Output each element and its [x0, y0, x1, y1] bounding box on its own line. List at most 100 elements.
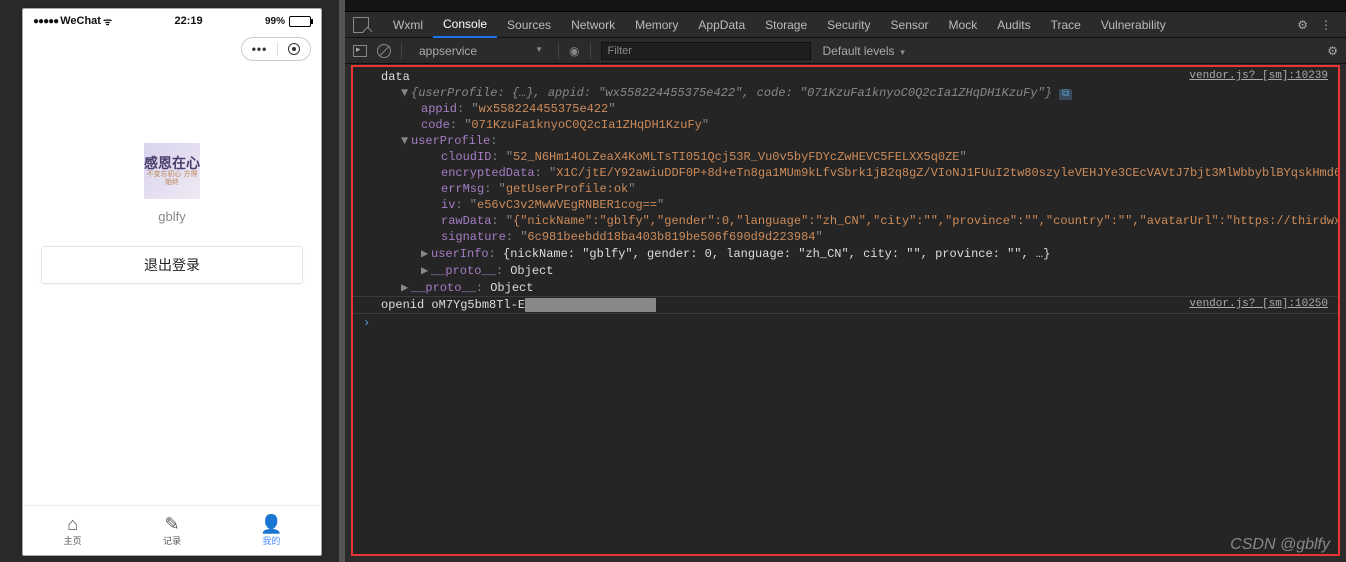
redacted-text: ________________ — [525, 298, 656, 312]
tab-home[interactable]: ⌂ 主页 — [23, 515, 122, 547]
log-row[interactable]: cloudID: "52_N6Hm14OLZeaX4KoMLTsTI051Qcj… — [353, 149, 1338, 165]
battery-pct: 99% — [265, 16, 285, 27]
eye-icon[interactable]: ◉ — [569, 44, 579, 58]
wifi-icon: ᯤ — [103, 14, 112, 28]
tab-security[interactable]: Security — [817, 12, 880, 38]
tab-sources[interactable]: Sources — [497, 12, 561, 38]
tab-appdata[interactable]: AppData — [688, 12, 755, 38]
miniprogram-capsule[interactable]: ••• — [241, 37, 311, 61]
log-row[interactable]: code: "071KzuFa1knyoC0Q2cIa1ZHqDH1KzuFy" — [353, 117, 1338, 133]
prop-key: encryptedData — [441, 166, 535, 180]
source-link[interactable]: vendor.js? [sm]:10250 — [1189, 298, 1328, 310]
filter-input[interactable]: Filter — [601, 42, 811, 60]
openid-value: oM7Yg5bm8Tl-E — [431, 298, 525, 312]
context-label: appservice — [419, 44, 477, 58]
prop-val: X1C/jtE/Y92awiuDDF0P+8d+eTn8ga1MUm9kLfvS… — [556, 166, 1340, 180]
gear-icon[interactable]: ⚙ — [1291, 18, 1314, 32]
devtools-panel: Wxml Console Sources Network Memory AppD… — [345, 0, 1346, 562]
tab-records-label: 记录 — [122, 534, 221, 547]
person-icon: 👤 — [222, 515, 321, 533]
toolbar-separator — [590, 43, 591, 59]
tab-trace[interactable]: Trace — [1041, 12, 1091, 38]
clear-console-icon[interactable] — [377, 44, 391, 58]
tab-sensor[interactable]: Sensor — [881, 12, 939, 38]
copy-object-icon[interactable]: ⧉ — [1059, 89, 1072, 100]
avatar-text2: 不变忘初心 方得始终 — [144, 171, 200, 186]
tab-wxml[interactable]: Wxml — [383, 12, 433, 38]
status-time: 22:19 — [174, 15, 202, 27]
prop-key: errMsg — [441, 182, 484, 196]
avatar-text1: 感恩在心 — [144, 156, 200, 171]
more-icon[interactable]: ⋮ — [1314, 18, 1338, 32]
log-row[interactable]: ▼userProfile: — [353, 133, 1338, 149]
chevron-down-icon[interactable]: ▼ — [401, 86, 411, 100]
log-row[interactable]: ▶__proto__: Object — [353, 279, 1338, 296]
avatar[interactable]: 感恩在心 不变忘初心 方得始终 — [144, 143, 200, 199]
prop-val: e56vC3v2MwWVEgRNBER1cog== — [477, 198, 657, 212]
prop-key: rawData — [441, 214, 491, 228]
console-prompt[interactable]: › — [353, 313, 1338, 332]
log-row[interactable]: ▶userInfo: {nickName: "gblfy", gender: 0… — [353, 245, 1338, 262]
toggle-sidebar-icon[interactable] — [353, 45, 367, 57]
context-select[interactable]: appservice — [412, 41, 548, 61]
devtools-topbar — [345, 0, 1346, 12]
signal-dots: ●●●●● — [33, 16, 58, 27]
pane-resizer[interactable] — [339, 0, 345, 562]
log-row[interactable]: appid: "wx558224455375e422" — [353, 101, 1338, 117]
prop-val: 52_N6Hm14OLZeaX4KoMLTsTI051Qcj53R_Vu0v5b… — [513, 150, 959, 164]
capsule-menu-icon[interactable]: ••• — [252, 42, 268, 56]
prop-val: {"nickName":"gblfy","gender":0,"language… — [513, 214, 1340, 228]
prop-val: Object — [490, 281, 533, 295]
tab-audits[interactable]: Audits — [987, 12, 1040, 38]
console-output[interactable]: data vendor.js? [sm]:10239 ▼{userProfile… — [351, 65, 1340, 556]
chevron-right-icon[interactable]: ▶ — [401, 280, 411, 295]
log-label-openid: openid — [381, 298, 424, 312]
tab-console[interactable]: Console — [433, 12, 497, 38]
toolbar-separator — [558, 43, 559, 59]
tab-vulnerability[interactable]: Vulnerability — [1091, 12, 1176, 38]
source-link[interactable]: vendor.js? [sm]:10239 — [1189, 70, 1328, 82]
chevron-down-icon[interactable]: ▼ — [401, 134, 411, 148]
log-levels-select[interactable]: Default levels — [821, 42, 919, 60]
log-row[interactable]: iv: "e56vC3v2MwWVEgRNBER1cog==" — [353, 197, 1338, 213]
levels-label: Default levels — [823, 44, 895, 58]
log-row[interactable]: errMsg: "getUserProfile:ok" — [353, 181, 1338, 197]
devtools-tabs: Wxml Console Sources Network Memory AppD… — [345, 12, 1346, 38]
log-row[interactable]: rawData: "{"nickName":"gblfy","gender":0… — [353, 213, 1338, 229]
battery-icon — [289, 16, 311, 27]
tab-storage[interactable]: Storage — [755, 12, 817, 38]
log-row[interactable]: data vendor.js? [sm]:10239 — [353, 69, 1338, 85]
tab-mock[interactable]: Mock — [939, 12, 988, 38]
prop-key: cloudID — [441, 150, 491, 164]
prop-key: code — [421, 118, 450, 132]
log-label-data: data — [381, 70, 410, 84]
chevron-right-icon[interactable]: ▶ — [421, 246, 431, 261]
element-picker-icon[interactable] — [353, 17, 369, 33]
prop-key: appid — [421, 102, 457, 116]
capsule-divider — [277, 42, 278, 56]
log-row[interactable]: ▶__proto__: Object — [353, 262, 1338, 279]
prop-key: userInfo — [431, 247, 489, 261]
prop-val: wx558224455375e422 — [479, 102, 609, 116]
profile-area: 感恩在心 不变忘初心 方得始终 gblfy — [23, 143, 321, 224]
log-row[interactable]: encryptedData: "X1C/jtE/Y92awiuDDF0P+8d+… — [353, 165, 1338, 181]
records-icon: ✎ — [122, 515, 221, 533]
log-row[interactable]: openid oM7Yg5bm8Tl-E________________ ven… — [353, 296, 1338, 313]
console-settings-icon[interactable]: ⚙ — [1327, 44, 1338, 58]
console-toolbar: appservice ◉ Filter Default levels ⚙ — [345, 38, 1346, 64]
log-row[interactable]: ▼{userProfile: {…}, appid: "wx5582244553… — [353, 85, 1338, 101]
capsule-close-icon[interactable] — [288, 43, 300, 55]
object-preview: {nickName: "gblfy", gender: 0, language:… — [503, 247, 1050, 261]
tab-network[interactable]: Network — [561, 12, 625, 38]
prop-val: 071KzuFa1knyoC0Q2cIa1ZHqDH1KzuFy — [471, 118, 701, 132]
tab-memory[interactable]: Memory — [625, 12, 688, 38]
status-bar: ●●●●● WeChat ᯤ 22:19 99% — [23, 9, 321, 33]
prop-val: 6c981beebdd18ba403b819be506f690d9d223984 — [527, 230, 815, 244]
tab-mine[interactable]: 👤 我的 — [222, 515, 321, 547]
prop-key: __proto__ — [411, 281, 476, 295]
logout-button[interactable]: 退出登录 — [41, 246, 303, 284]
log-row[interactable]: signature: "6c981beebdd18ba403b819be506f… — [353, 229, 1338, 245]
tab-records[interactable]: ✎ 记录 — [122, 515, 221, 547]
chevron-right-icon[interactable]: ▶ — [421, 263, 431, 278]
carrier-name: WeChat — [60, 15, 101, 27]
